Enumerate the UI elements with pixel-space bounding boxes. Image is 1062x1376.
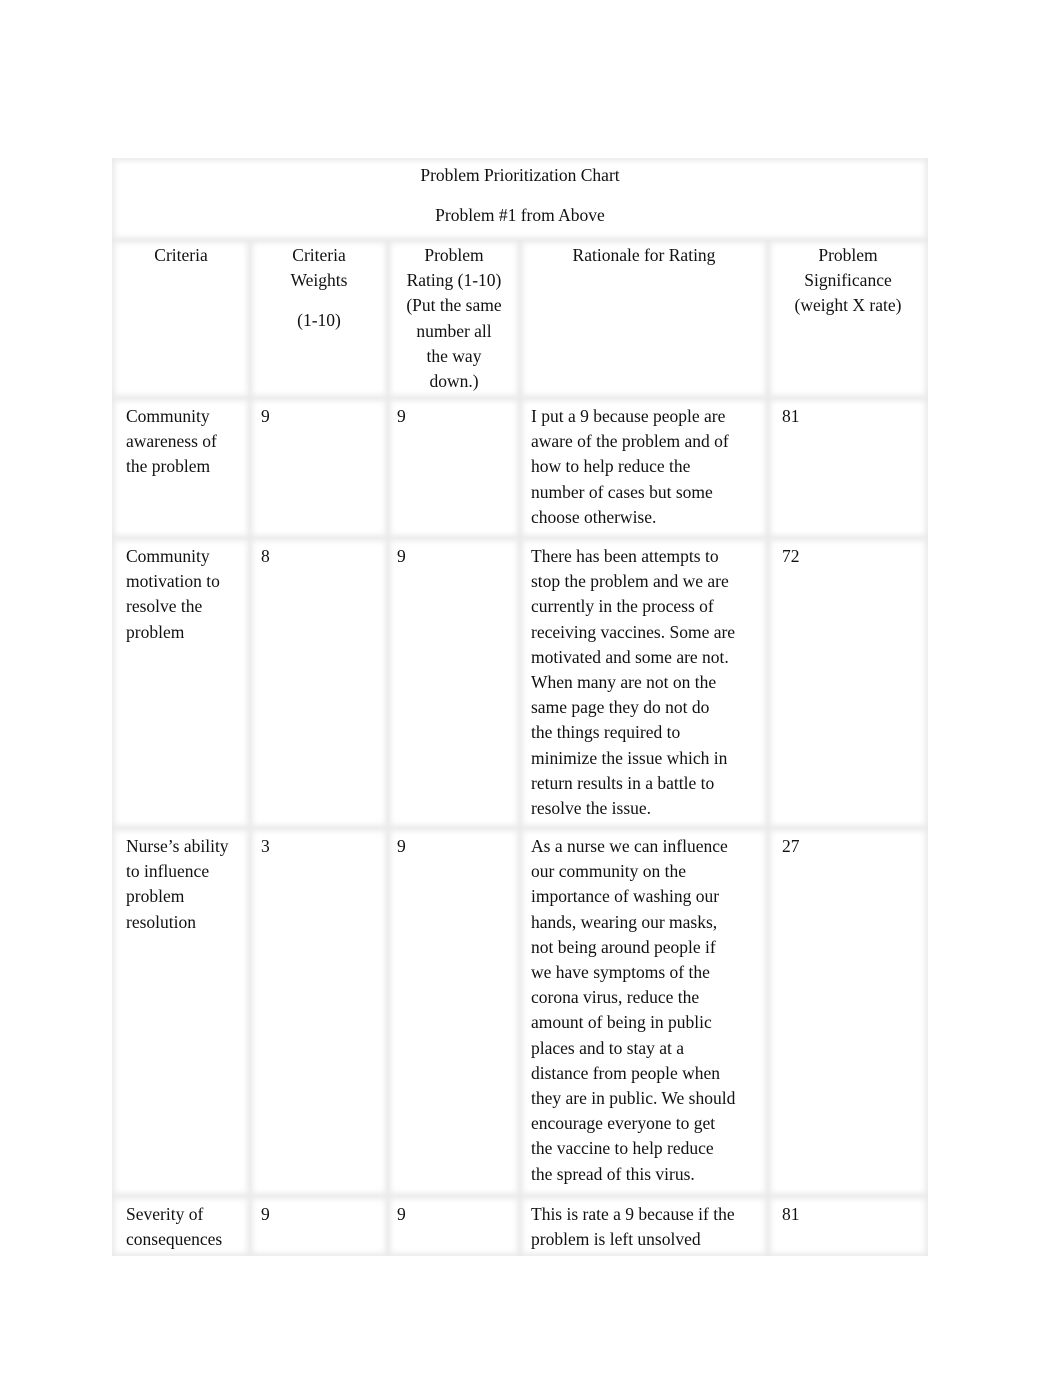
criteria-weight: 9 — [261, 1204, 270, 1224]
criteria-label: the problem — [126, 456, 211, 477]
problem-significance: 81 — [782, 1204, 800, 1224]
criteria-label: Severity of — [126, 1204, 204, 1224]
table-row-cell — [388, 398, 520, 538]
rationale-text: problem is left unsolved — [531, 1229, 701, 1250]
criteria-label: Nurse’s ability — [126, 836, 229, 856]
criteria-label: to influence — [126, 861, 210, 882]
header-problem-rating: down.) — [429, 371, 479, 391]
rationale-text: This is rate a 9 because if the — [531, 1204, 735, 1224]
header-rationale: Rationale for Rating — [572, 245, 716, 265]
problem-significance: 72 — [782, 546, 800, 566]
header-problem-rating: Problem — [424, 245, 484, 265]
header-criteria-weights: (1-10) — [297, 310, 341, 330]
criteria-label: problem — [126, 886, 185, 907]
criteria-weight: 8 — [261, 546, 270, 566]
header-problem-significance: Significance — [804, 270, 892, 291]
table-row-cell — [388, 1196, 520, 1256]
table-row-cell — [388, 538, 520, 828]
table-row-cell — [250, 538, 388, 828]
table-row-cell — [768, 538, 928, 828]
document-page: Problem Prioritization Chart Problem #1 … — [0, 0, 1062, 1376]
header-problem-rating: Rating (1-10) — [406, 270, 502, 291]
rationale-text: I put a 9 because people are — [531, 406, 726, 426]
rationale-text: aware of the problem and of — [531, 431, 729, 452]
header-criteria-weights: Weights — [290, 270, 348, 290]
header-problem-rating: (Put the same — [406, 295, 502, 316]
problem-rating: 9 — [397, 836, 406, 856]
table-row-cell — [250, 1196, 388, 1256]
rationale-text: places and to stay at a — [531, 1037, 685, 1058]
problem-significance: 81 — [782, 406, 800, 426]
criteria-label: consequences — [126, 1229, 223, 1250]
table-row-cell — [768, 828, 928, 1196]
rationale-text: receiving vaccines. Some are — [531, 621, 736, 642]
header-problem-significance: Problem — [818, 245, 878, 265]
criteria-label: resolve the — [126, 596, 203, 617]
criteria-weight: 3 — [261, 836, 270, 856]
criteria-label: Community — [126, 406, 210, 426]
criteria-weight: 9 — [261, 406, 270, 426]
rationale-text: not being around people if — [531, 936, 716, 957]
table-row-cell — [250, 828, 388, 1196]
rationale-text: they are in public. We should — [531, 1088, 736, 1108]
problem-significance: 27 — [782, 836, 800, 856]
header-problem-rating: number all — [416, 320, 492, 341]
header-criteria-weights: Criteria — [292, 245, 346, 265]
criteria-label: Community — [126, 546, 210, 566]
rationale-text: importance of washing our — [531, 886, 720, 907]
rationale-text: distance from people when — [531, 1062, 721, 1083]
rationale-text: stop the problem and we are — [531, 571, 729, 592]
rationale-text: same page they do not do — [531, 697, 710, 718]
table-title: Problem Prioritization Chart — [420, 165, 620, 185]
rationale-text: resolve the issue. — [531, 798, 652, 818]
header-problem-significance: (weight X rate) — [794, 295, 902, 316]
table-row-cell — [388, 828, 520, 1196]
problem-rating: 9 — [397, 546, 406, 566]
rationale-text: return results in a battle to — [531, 772, 715, 793]
rationale-text: the vaccine to help reduce — [531, 1138, 714, 1159]
header-criteria: Criteria — [154, 245, 208, 265]
rationale-text: currently in the process of — [531, 596, 714, 617]
rationale-text: our community on the — [531, 861, 687, 882]
table-row-cell — [250, 398, 388, 538]
rationale-text: how to help reduce the — [531, 456, 691, 477]
rationale-text: As a nurse we can influence — [531, 836, 728, 856]
rationale-text: encourage everyone to get — [531, 1113, 716, 1134]
rationale-text: choose otherwise. — [531, 506, 657, 527]
table-subtitle: Problem #1 from Above — [435, 205, 605, 225]
problem-rating: 9 — [397, 406, 406, 426]
rationale-text: the spread of this virus. — [531, 1163, 695, 1184]
rationale-text: minimize the issue which in — [531, 747, 728, 768]
rationale-text: When many are not on the — [531, 672, 717, 692]
prioritization-table: Problem Prioritization Chart Problem #1 … — [112, 158, 928, 1256]
rationale-text: motivated and some are not. — [531, 646, 729, 667]
rationale-text: amount of being in public — [531, 1012, 712, 1033]
criteria-label: resolution — [126, 911, 196, 932]
rationale-text: the things required to — [531, 722, 681, 743]
problem-rating: 9 — [397, 1204, 406, 1224]
rationale-text: There has been attempts to — [531, 546, 719, 566]
rationale-text: number of cases but some — [531, 481, 713, 502]
criteria-label: awareness of — [126, 431, 217, 452]
header-problem-rating: the way — [426, 345, 482, 366]
rationale-text: hands, wearing our masks, — [531, 911, 718, 932]
criteria-label: motivation to — [126, 571, 220, 592]
criteria-label: problem — [126, 621, 185, 642]
rationale-text: corona virus, reduce the — [531, 987, 700, 1008]
rationale-text: we have symptoms of the — [531, 962, 710, 982]
